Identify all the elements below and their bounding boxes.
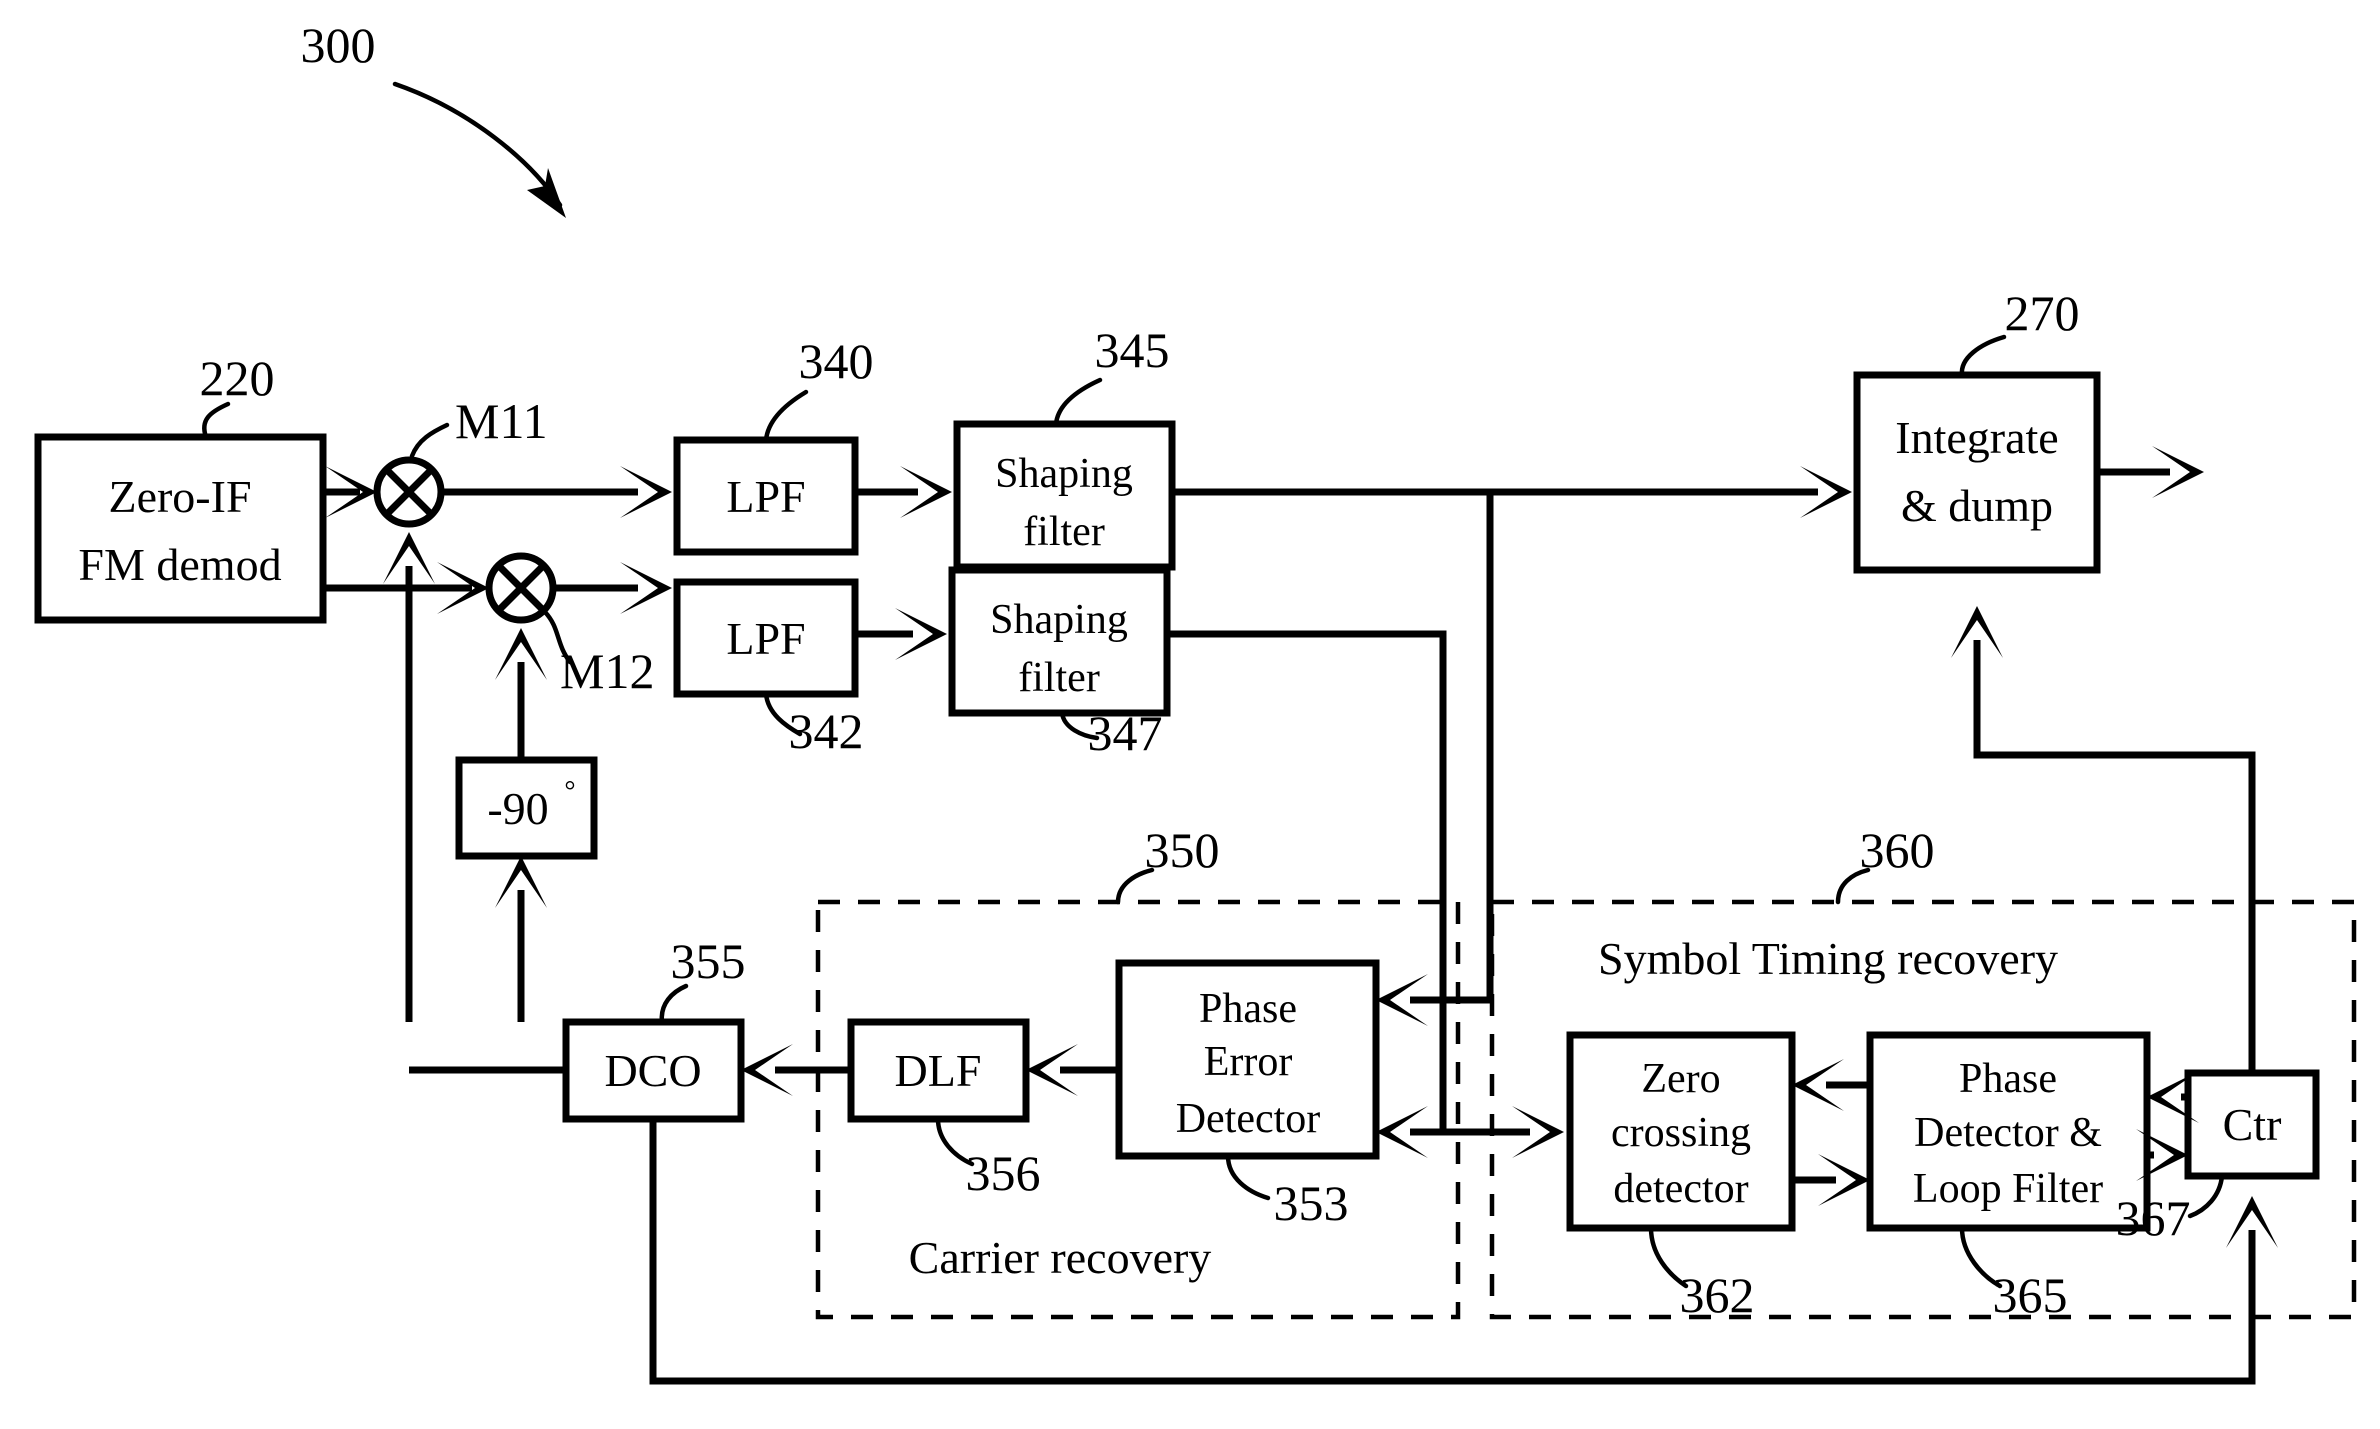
zero-if-label-line2: FM demod [78, 539, 281, 590]
zero-crossing-line2: crossing [1611, 1110, 1751, 1156]
wire-feedback-to-integrate [1973, 640, 2256, 760]
ref-362: 362 [1648, 1225, 1755, 1323]
ref-355: 355 [659, 933, 746, 1025]
shaping-q-label-line1: Shaping [990, 597, 1128, 643]
phase-error-detector-line1: Phase [1199, 986, 1297, 1032]
integrate-label-line2: & dump [1901, 480, 2053, 531]
mixer-m11-label: M11 [455, 393, 548, 449]
mixer-m12-label: M12 [560, 643, 654, 699]
pdlf-line2: Detector & [1914, 1110, 2102, 1156]
shaping-i-label-line1: Shaping [995, 451, 1133, 497]
ref-353-label: 353 [1274, 1175, 1349, 1231]
phase-shift-label: -90 [487, 783, 548, 834]
phase-error-detector-line3: Detector [1176, 1096, 1321, 1142]
integrate-label-line1: Integrate [1895, 412, 2058, 463]
ref-342: 342 [763, 691, 864, 759]
figure-canvas: 300 Zero-IF FM demod 220 M11 M12 LPF 340… [0, 0, 2380, 1429]
figure-ref-300: 300 [301, 17, 566, 218]
ref-360-label: 360 [1860, 822, 1935, 878]
ref-355-label: 355 [671, 933, 746, 989]
block-lpf-q[interactable]: LPF [673, 578, 859, 698]
block-shaping-filter-q[interactable]: Shaping filter [948, 566, 1171, 717]
ref-345-label: 345 [1095, 322, 1170, 378]
ref-340-label: 340 [799, 333, 874, 389]
ref-350-label: 350 [1145, 822, 1220, 878]
block-zero-crossing-detector[interactable]: Zero crossing detector [1566, 1031, 1796, 1232]
ref-365: 365 [1959, 1225, 2068, 1323]
ref-347-label: 347 [1088, 705, 1163, 761]
dco-label: DCO [604, 1045, 701, 1096]
ref-356-label: 356 [966, 1145, 1041, 1201]
ref-367-label: 367 [2116, 1190, 2191, 1246]
mixer-m12[interactable] [485, 552, 557, 624]
zero-if-label-line1: Zero-IF [108, 471, 251, 522]
ref-345: 345 [1053, 322, 1170, 427]
ref-220-label: 220 [200, 350, 275, 406]
lpf-q-label: LPF [726, 613, 805, 664]
zero-crossing-line3: detector [1613, 1166, 1748, 1212]
phase-shift-degree-symbol: ° [564, 776, 575, 807]
block-phase-error-detector[interactable]: Phase Error Detector [1115, 959, 1380, 1160]
block-ctr[interactable]: Ctr [2184, 1069, 2320, 1180]
ref-362-label: 362 [1680, 1267, 1755, 1323]
ref-270-label: 270 [2005, 285, 2080, 341]
ref-342-label: 342 [789, 703, 864, 759]
mixer-m11[interactable] [373, 456, 445, 528]
block-integrate-and-dump[interactable]: Integrate & dump [1853, 371, 2101, 574]
wire-i-tap-to-ped [1410, 492, 1494, 1004]
block-zero-if-fm-demod[interactable]: Zero-IF FM demod [34, 433, 327, 624]
symbol-timing-recovery-label: Symbol Timing recovery [1598, 933, 2058, 984]
block-dlf[interactable]: DLF [847, 1018, 1030, 1123]
ref-m11: M11 [409, 393, 548, 459]
ref-220: 220 [200, 350, 275, 440]
phase-error-detector-line2: Error [1204, 1039, 1293, 1085]
block-lpf-i[interactable]: LPF [673, 436, 859, 556]
ref-340: 340 [763, 333, 874, 443]
dlf-label: DLF [895, 1045, 982, 1096]
zero-crossing-line1: Zero [1641, 1056, 1720, 1102]
ctr-label: Ctr [2223, 1099, 2282, 1150]
block-diagram: 300 Zero-IF FM demod 220 M11 M12 LPF 340… [34, 17, 2357, 1385]
figure-ref-300-label: 300 [301, 17, 376, 73]
block-phase-shift-minus-90[interactable]: -90 ° [455, 756, 598, 860]
ref-353: 353 [1225, 1153, 1349, 1231]
pdlf-line1: Phase [1959, 1056, 2057, 1102]
block-phase-detector-loop-filter[interactable]: Phase Detector & Loop Filter [1866, 1031, 2151, 1232]
pdlf-line3: Loop Filter [1913, 1166, 2103, 1212]
ref-360: 360 [1835, 822, 1935, 905]
shaping-q-label-line2: filter [1018, 655, 1100, 701]
block-dco[interactable]: DCO [562, 1018, 745, 1123]
ref-m12: M12 [542, 609, 654, 699]
ref-350: 350 [1115, 822, 1220, 905]
ref-270: 270 [1959, 285, 2080, 378]
ref-356: 356 [935, 1116, 1041, 1201]
shaping-i-label-line2: filter [1023, 509, 1105, 555]
carrier-recovery-label: Carrier recovery [909, 1232, 1212, 1283]
block-shaping-filter-i[interactable]: Shaping filter [953, 420, 1176, 571]
lpf-i-label: LPF [726, 471, 805, 522]
ref-365-label: 365 [1993, 1267, 2068, 1323]
